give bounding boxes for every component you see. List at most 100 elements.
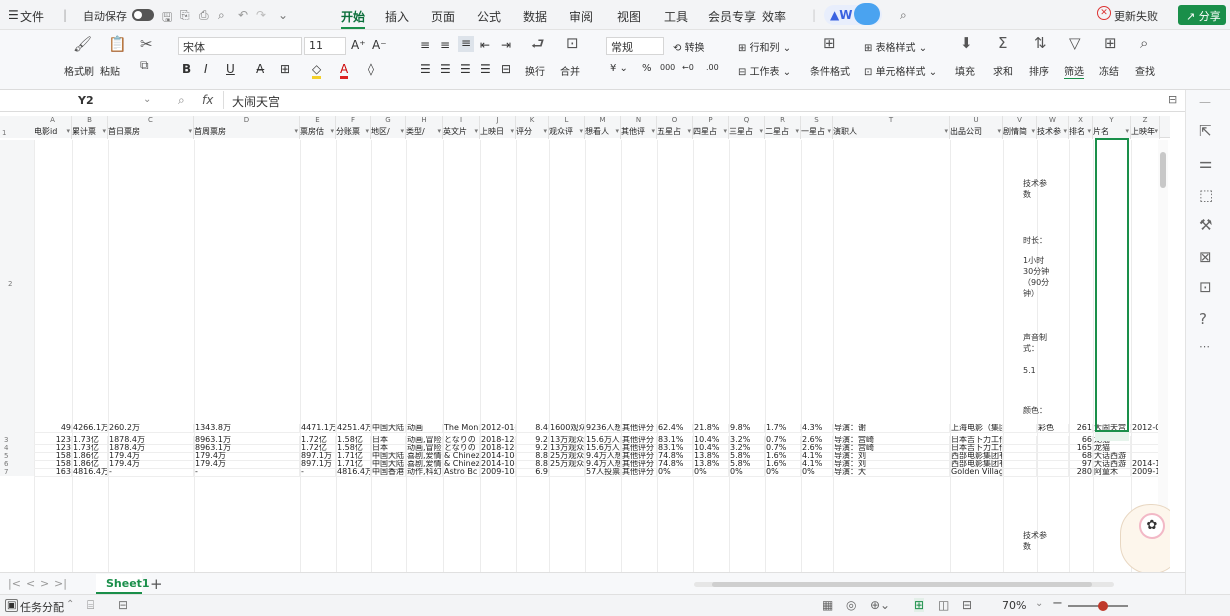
italic-icon[interactable]: I [204, 62, 208, 76]
table-cell[interactable] [1131, 436, 1160, 444]
table-cell[interactable] [1037, 468, 1069, 476]
selected-cell-y2[interactable] [1095, 138, 1129, 432]
clear-format-icon[interactable]: ◊ [368, 62, 374, 76]
increase-decimal-icon[interactable]: ←0 [682, 63, 694, 72]
eye-protection-icon[interactable]: ◎ [846, 598, 856, 612]
table-cell[interactable]: 中国香港 [371, 468, 406, 476]
filter-dropdown-icon[interactable]: ▾ [510, 127, 514, 135]
task-icon[interactable]: ▣ [5, 599, 19, 612]
header-cell-l[interactable]: 观众评 ▾ [549, 126, 585, 139]
table-cell[interactable] [1037, 460, 1069, 468]
export-icon[interactable]: ⎘ [180, 8, 190, 23]
table-cell[interactable]: 0.7% [765, 436, 801, 444]
print-icon[interactable]: ⎙ [199, 8, 209, 23]
table-cell[interactable]: となりの [443, 436, 480, 444]
table-cell[interactable]: 1.6% [765, 460, 801, 468]
table-cell[interactable]: 2.6% [801, 444, 833, 452]
tab-insert[interactable]: 插入 [385, 8, 409, 25]
header-cell-q[interactable]: 三星占 ▾ [729, 126, 765, 139]
fill-icon[interactable]: ⬇ [960, 34, 973, 52]
next-sheet-icon[interactable]: > [40, 577, 49, 590]
cell-ref-chevron-icon[interactable]: ⌄ [143, 94, 151, 105]
table-cell[interactable]: 0% [693, 468, 729, 476]
table-cell[interactable]: 0% [657, 468, 693, 476]
table-cell[interactable]: 动画 [406, 424, 443, 432]
filter-dropdown-icon[interactable]: ▾ [365, 127, 369, 135]
rows-cols-button[interactable]: ⊞ 行和列 ⌄ [738, 39, 791, 54]
fill-color-icon[interactable]: ◇ [312, 62, 322, 79]
table-cell[interactable]: 1343.8万 [194, 424, 300, 432]
table-cell[interactable]: 13.8% [693, 452, 729, 460]
table-cell[interactable]: 日本 [371, 444, 406, 452]
table-cell[interactable]: 4816.4万 [336, 468, 371, 476]
filter-dropdown-icon[interactable]: ▾ [294, 127, 298, 135]
table-cell[interactable]: 导演：谢 [833, 424, 950, 432]
table-cell[interactable]: 260.2万 [108, 424, 194, 432]
freeze-label[interactable]: 冻结 [1099, 63, 1119, 78]
header-cell-j[interactable]: 上映日 ▾ [480, 126, 516, 139]
header-cell-g[interactable]: 地区/ ▾ [371, 126, 406, 139]
filter-icon[interactable]: ▽ [1069, 34, 1081, 52]
filter-dropdown-icon[interactable]: ▾ [723, 127, 727, 135]
filter-dropdown-icon[interactable]: ▾ [543, 127, 547, 135]
table-cell[interactable] [549, 468, 585, 476]
tab-page[interactable]: 页面 [431, 8, 455, 25]
table-cell[interactable]: 导演：大 [833, 468, 950, 476]
align-left-icon[interactable]: ☰ [420, 62, 431, 76]
increase-font-icon[interactable]: A⁺ [351, 38, 366, 52]
table-cell[interactable]: The Monk [443, 424, 480, 432]
header-cell-a[interactable]: 电影id ▾ [34, 126, 72, 139]
table-cell[interactable]: 1.71亿 [336, 460, 371, 468]
more-icon[interactable]: ⋯ [1199, 340, 1210, 353]
header-cell-z[interactable]: 上映年 ▾ [1131, 126, 1160, 139]
table-cell[interactable]: 8963.1万 [194, 436, 300, 444]
table-cell[interactable]: 1.73亿 [72, 436, 108, 444]
table-cell[interactable]: 83.1% [657, 444, 693, 452]
table-cell[interactable]: 日本吉卜力工作室,华夏电影发行为了方便 [950, 444, 1003, 452]
page-layout-view-icon[interactable]: ⊟ [962, 598, 972, 612]
table-cell[interactable]: 0.7% [765, 444, 801, 452]
tab-efficiency[interactable]: 效率 [762, 8, 786, 25]
header-cell-i[interactable]: 英文片 ▾ [443, 126, 480, 139]
table-cell[interactable]: & Chinez [443, 460, 480, 468]
table-cell[interactable]: 8.4 [516, 424, 549, 432]
number-format-select[interactable]: 常规 [606, 37, 664, 55]
table-cell[interactable]: 165 [1069, 444, 1093, 452]
table-cell[interactable]: 彩色 [1037, 424, 1069, 432]
filter-dropdown-icon[interactable]: ▾ [330, 127, 334, 135]
header-cell-u[interactable]: 出品公司 ▾ [950, 126, 1003, 139]
menu-icon[interactable]: ☰ [8, 8, 19, 22]
table-cell[interactable]: - [300, 468, 336, 476]
filter-dropdown-icon[interactable]: ▾ [188, 127, 192, 135]
formula-input[interactable]: 大闹天宫 [232, 93, 280, 110]
table-cell[interactable]: 62.4% [657, 424, 693, 432]
header-cell-s[interactable]: 一星占 ▾ [801, 126, 833, 139]
justify-icon[interactable]: ☰ [480, 62, 491, 76]
table-cell[interactable]: 8.8 [516, 452, 549, 460]
filter-dropdown-icon[interactable]: ▾ [579, 127, 583, 135]
filter-dropdown-icon[interactable]: ▾ [615, 127, 619, 135]
sheet-tab-sheet1[interactable]: Sheet1 [96, 574, 150, 594]
table-cell[interactable]: 5.8% [729, 460, 765, 468]
table-cell[interactable]: 9.4万人想 [585, 460, 621, 468]
table-cell[interactable]: - [108, 468, 194, 476]
filter-dropdown-icon[interactable]: ▾ [1087, 127, 1091, 135]
filter-dropdown-icon[interactable]: ▾ [1031, 127, 1035, 135]
table-cell[interactable]: 其他评分 [621, 452, 657, 460]
table-cell[interactable] [1037, 436, 1069, 444]
header-cell-b[interactable]: 累计票 ▾ [72, 126, 108, 139]
preview-icon[interactable]: ⌕ [218, 8, 225, 23]
ai-button[interactable]: ▲W [824, 3, 882, 25]
table-cell[interactable]: 中国大陆 [371, 424, 406, 432]
filter-dropdown-icon[interactable]: ▾ [400, 127, 404, 135]
header-cell-h[interactable]: 类型/ ▾ [406, 126, 443, 139]
header-cell-o[interactable]: 五星占 ▾ [657, 126, 693, 139]
customize-chevron-icon[interactable]: ⌄ [278, 8, 288, 22]
merge-label[interactable]: 合并 [560, 63, 580, 78]
table-cell[interactable]: 8.8 [516, 460, 549, 468]
align-top-icon[interactable]: ≡ [420, 38, 430, 52]
undo-icon[interactable]: ↶ [238, 8, 248, 22]
table-cell[interactable]: 0% [765, 468, 801, 476]
table-cell[interactable]: 9.4万人想 [585, 452, 621, 460]
table-cell[interactable]: 1878.4万 [108, 444, 194, 452]
